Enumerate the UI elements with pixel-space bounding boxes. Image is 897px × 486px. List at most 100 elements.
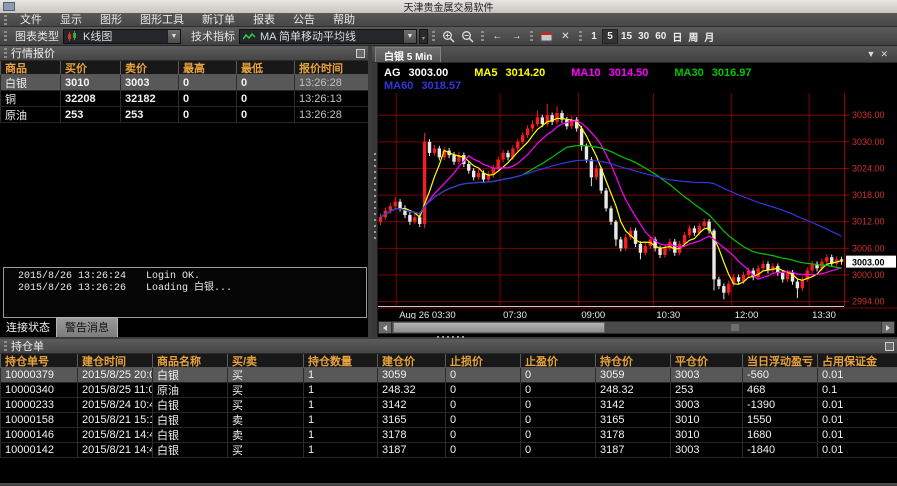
chevron-down-icon[interactable]: ▼ [167, 30, 180, 43]
scroll-left-button[interactable]: ← [489, 29, 506, 44]
chevron-down-icon[interactable]: ▼ [403, 30, 416, 43]
column-header[interactable]: 报价时间 [294, 61, 368, 74]
zoom-in-button[interactable] [440, 29, 457, 44]
chart-scrollbar[interactable] [378, 321, 895, 334]
indicator-value: MA 简单移动平均线 [256, 28, 360, 44]
menu-item-4[interactable]: 新订单 [193, 13, 244, 27]
table-cell: 0 [520, 398, 595, 413]
column-header[interactable]: 平仓价 [670, 354, 742, 367]
chart-type-dropdown[interactable]: K线图 ▼ [63, 29, 181, 44]
candle-body [501, 153, 504, 160]
period-button-月[interactable]: 月 [701, 29, 717, 44]
table-cell: 468 [742, 383, 817, 398]
scrollbar-right-arrow[interactable] [881, 322, 894, 333]
candle-body [526, 129, 529, 136]
menu-item-5[interactable]: 报表 [244, 13, 284, 27]
scroll-right-button[interactable]: → [508, 29, 525, 44]
table-row[interactable]: 100003792015/8/25 20:00:23白银买13059003059… [0, 368, 897, 383]
table-cell: 253 [670, 383, 742, 398]
table-cell: 3187 [377, 443, 445, 458]
column-header[interactable]: 买价 [60, 61, 120, 74]
period-button-5[interactable]: 5 [602, 29, 618, 44]
new-window-button[interactable] [538, 29, 555, 44]
chevron-down-icon[interactable]: ▼ [867, 49, 881, 59]
candle-body [673, 242, 676, 253]
horizontal-splitter-grip[interactable] [437, 336, 467, 338]
menu-item-1[interactable]: 显示 [51, 13, 91, 27]
ma-line-60 [381, 160, 842, 236]
candle-body [786, 273, 789, 280]
menu-item-0[interactable]: 文件 [11, 13, 51, 27]
indicator-dropdown[interactable]: MA 简单移动平均线 ▼ [239, 29, 417, 44]
table-cell: 0.01 [817, 428, 897, 443]
column-header[interactable]: 持仓价 [595, 354, 670, 367]
zoom-out-button[interactable] [459, 29, 476, 44]
status-tabs: 连接状态警告消息 [0, 321, 118, 337]
column-header[interactable]: 商品 [0, 61, 60, 74]
column-header[interactable]: 建仓价 [377, 354, 445, 367]
period-button-周[interactable]: 周 [685, 29, 701, 44]
close-icon[interactable]: ✕ [880, 49, 893, 59]
table-cell: 2015/8/24 10:49:17 [77, 398, 152, 413]
candle-body [496, 160, 499, 169]
menu-item-2[interactable]: 图形 [91, 13, 131, 27]
column-header[interactable]: 持仓数量 [303, 354, 377, 367]
table-cell: 0 [445, 368, 520, 383]
table-cell: 32182 [120, 91, 178, 107]
menu-item-6[interactable]: 公告 [284, 13, 324, 27]
column-header[interactable]: 占用保证金 [817, 354, 897, 367]
column-header[interactable]: 商品名称 [152, 354, 227, 367]
period-button-30[interactable]: 30 [635, 29, 652, 44]
x-tick-label: 12:00 [735, 310, 759, 319]
table-cell: 10000146 [0, 428, 77, 443]
column-header[interactable]: 持仓单号 [0, 354, 77, 367]
table-row[interactable]: 铜32208321820013:26:13 [0, 91, 368, 107]
table-cell: 3003 [670, 443, 742, 458]
table-row[interactable]: 100001462015/8/21 14:46:14白银卖13178003178… [0, 428, 897, 443]
table-cell: 卖 [227, 413, 303, 428]
table-cell: 3003 [670, 368, 742, 383]
table-cell: 13:26:28 [294, 75, 368, 91]
table-row[interactable]: 100002332015/8/24 10:49:17白银买13142003142… [0, 398, 897, 413]
candlestick-chart[interactable]: 2994.003000.003006.003012.003018.003024.… [378, 63, 897, 319]
scrollbar-left-arrow[interactable] [379, 322, 392, 333]
status-tab[interactable]: 警告消息 [56, 317, 118, 337]
column-header[interactable]: 最高 [178, 61, 236, 74]
table-row[interactable]: 100003402015/8/25 11:02:25原油买1248.320024… [0, 383, 897, 398]
column-header[interactable]: 买/卖 [227, 354, 303, 367]
column-header[interactable]: 当日浮动盈亏 [742, 354, 817, 367]
candle-body [639, 244, 642, 253]
chart-tab[interactable]: 白银 5 Min [375, 47, 441, 62]
column-header[interactable]: 最低 [236, 61, 294, 74]
status-tab[interactable]: 连接状态 [0, 319, 56, 337]
table-cell: 买 [227, 368, 303, 383]
table-cell: 2015/8/21 14:46:14 [77, 428, 152, 443]
table-row[interactable]: 100001582015/8/21 15:11:34白银卖13165003165… [0, 413, 897, 428]
chart-tab-controls[interactable]: ▼✕ [867, 49, 893, 60]
table-cell: 1 [303, 428, 377, 443]
maximize-icon[interactable] [356, 49, 365, 58]
maximize-icon[interactable] [885, 342, 894, 351]
table-cell: 0 [178, 107, 236, 123]
title-bar: 天津贵金属交易软件 [0, 0, 897, 13]
scrollbar-thumb[interactable] [393, 322, 605, 333]
column-header[interactable]: 建仓时间 [77, 354, 152, 367]
candle-body [703, 222, 706, 226]
column-header[interactable]: 止盈价 [520, 354, 595, 367]
menu-item-3[interactable]: 图形工具 [131, 13, 193, 27]
column-header[interactable]: 卖价 [120, 61, 178, 74]
menu-item-7[interactable]: 帮助 [324, 13, 364, 27]
table-row[interactable]: 白银301030030013:26:28 [0, 75, 368, 91]
toolbar-overflow-button[interactable]: ▾ [419, 29, 428, 44]
table-row[interactable]: 100001422015/8/21 14:41:02白银买13187003187… [0, 443, 897, 458]
zoom-in-icon [442, 30, 455, 43]
table-cell: 10000158 [0, 413, 77, 428]
candle-body [398, 202, 401, 209]
period-button-15[interactable]: 15 [618, 29, 635, 44]
period-button-1[interactable]: 1 [586, 29, 602, 44]
close-chart-button[interactable]: ✕ [557, 29, 574, 44]
column-header[interactable]: 止损价 [445, 354, 520, 367]
table-row[interactable]: 原油2532530013:26:28 [0, 107, 368, 123]
period-button-日[interactable]: 日 [669, 29, 685, 44]
period-button-60[interactable]: 60 [652, 29, 669, 44]
